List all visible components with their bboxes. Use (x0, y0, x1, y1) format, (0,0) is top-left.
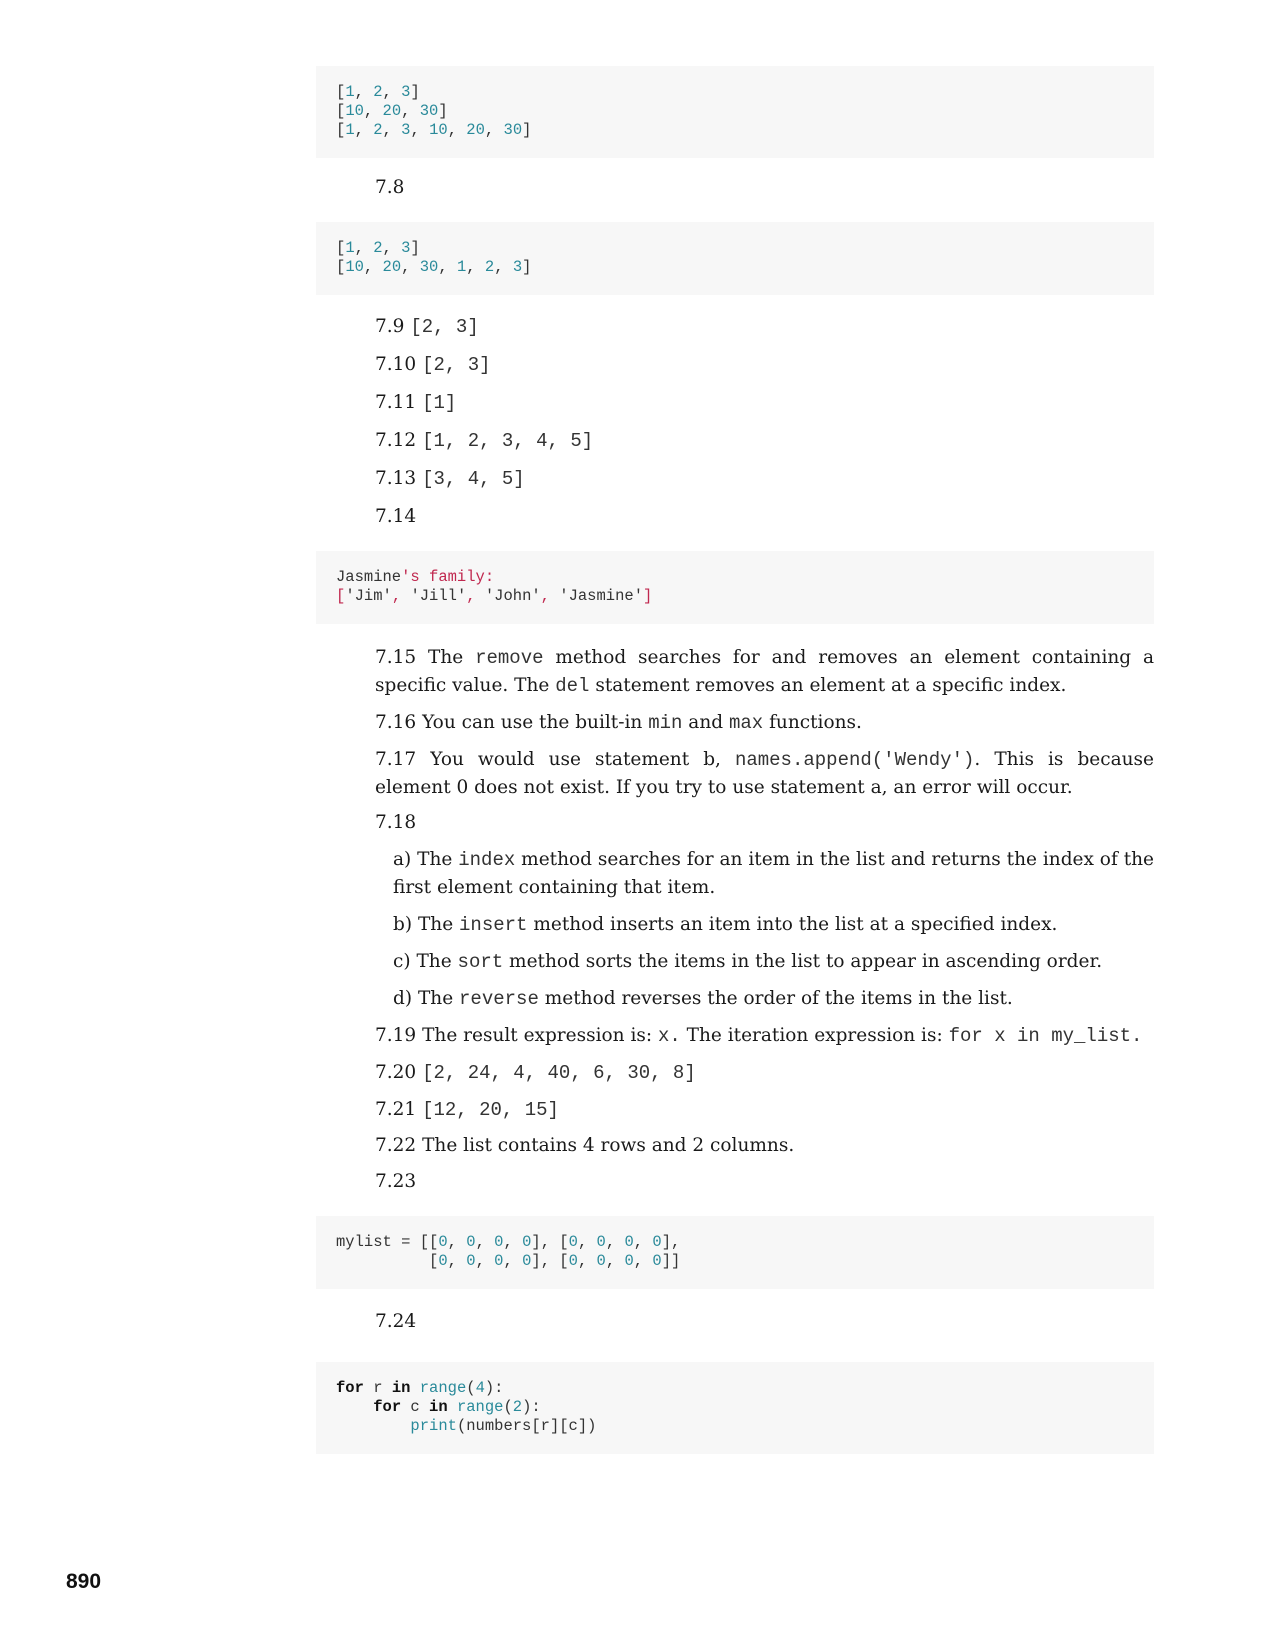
answer-7-10: 7.10 [2, 3] (375, 351, 1154, 379)
code-text: Jasmine (336, 568, 402, 586)
answer-code: [1, 2, 3, 4, 5] (422, 430, 594, 452)
answer-text: functions. (763, 712, 862, 733)
page-number: 890 (66, 1570, 102, 1593)
answer-text: 7.15 The (375, 647, 476, 668)
answer-text: b) The (393, 914, 460, 935)
answer-7-11: 7.11 [1] (375, 389, 1154, 417)
answer-number: 7.21 (375, 1099, 417, 1120)
answer-text: method inserts an item into the list at … (527, 914, 1058, 935)
answer-number: 7.20 (375, 1062, 417, 1083)
answer-code: [2, 24, 4, 40, 6, 30, 8] (422, 1062, 696, 1084)
answer-text: a) The (393, 849, 459, 870)
page-content: [1, 2, 3] [10, 20, 30] [1, 2, 3, 10, 20,… (316, 66, 1154, 1454)
answer-7-12: 7.12 [1, 2, 3, 4, 5] (375, 427, 1154, 455)
answer-code: min (648, 712, 683, 734)
code-line: Jasmine's family: (336, 568, 494, 586)
code-block-mylist: mylist = [[0, 0, 0, 0], [0, 0, 0, 0], [0… (316, 1216, 1154, 1289)
answer-7-16: 7.16 You can use the built-in min and ma… (375, 709, 1154, 737)
answer-7-18: 7.18 (375, 812, 417, 833)
code-line: mylist = [[0, 0, 0, 0], [0, 0, 0, 0], (336, 1233, 681, 1251)
answer-7-9: 7.9 [2, 3] (375, 313, 1154, 341)
code-line: [10, 20, 30] (336, 102, 448, 120)
answer-number: 7.10 (375, 354, 417, 375)
answer-code: max (728, 712, 764, 734)
answer-7-8: 7.8 (375, 177, 405, 198)
code-line: [1, 2, 3] (336, 83, 420, 101)
code-block-output-1: [1, 2, 3] [10, 20, 30] [1, 2, 3, 10, 20,… (316, 66, 1154, 158)
answer-text: d) The (393, 988, 460, 1009)
answer-text: and (682, 712, 729, 733)
answer-code: [3, 4, 5] (422, 468, 525, 490)
code-block-output-3: Jasmine's family: ['Jim', 'Jill', 'John'… (316, 551, 1154, 624)
answer-7-14: 7.14 (375, 506, 417, 527)
code-block-loop: for r in range(4): for c in range(2): pr… (316, 1362, 1154, 1454)
answer-7-18-c: c) The sort method sorts the items in th… (393, 948, 1154, 976)
answer-7-24: 7.24 (375, 1311, 417, 1332)
code-line: for c in range(2): (373, 1398, 541, 1416)
answer-text: method reverses the order of the items i… (538, 988, 1013, 1009)
answer-7-15: 7.15 The remove method searches for and … (375, 644, 1154, 700)
answer-number: 7.12 (375, 430, 417, 451)
answer-code: names.append('Wendy') (734, 749, 975, 771)
answer-7-21: 7.21 [12, 20, 15] (375, 1096, 1154, 1124)
answer-text: The iteration expression is: (680, 1025, 949, 1046)
answer-text: c) The (393, 951, 458, 972)
answer-code: [12, 20, 15] (422, 1099, 559, 1121)
answer-number: 7.11 (375, 392, 417, 413)
answer-7-18-d: d) The reverse method reverses the order… (393, 985, 1154, 1013)
answer-7-18-b: b) The insert method inserts an item int… (393, 911, 1154, 939)
answer-code: reverse (459, 988, 539, 1010)
answer-text: 7.19 The result expression is: (375, 1025, 658, 1046)
code-line: [1, 2, 3] (336, 239, 420, 257)
answer-code: x. (657, 1025, 681, 1047)
answer-7-18-a: a) The index method searches for an item… (393, 846, 1154, 902)
answer-number: 7.9 (375, 316, 405, 337)
answer-code: insert (459, 914, 528, 936)
answer-7-22: 7.22 The list contains 4 rows and 2 colu… (375, 1135, 795, 1156)
answer-text: 7.17 You would use statement b, (375, 749, 735, 770)
answer-7-13: 7.13 [3, 4, 5] (375, 465, 1154, 493)
answer-code: remove (475, 647, 544, 669)
answer-7-23: 7.23 (375, 1171, 417, 1192)
answer-7-19: 7.19 The result expression is: x. The it… (375, 1022, 1154, 1050)
answer-7-20: 7.20 [2, 24, 4, 40, 6, 30, 8] (375, 1059, 1154, 1087)
answer-code: sort (457, 951, 504, 973)
answer-code: index (458, 849, 516, 871)
code-line: [10, 20, 30, 1, 2, 3] (336, 258, 532, 276)
answer-code: [2, 3] (410, 316, 479, 338)
answer-7-17: 7.17 You would use statement b, names.ap… (375, 746, 1154, 802)
answer-code: [1] (422, 392, 457, 414)
code-line: [1, 2, 3, 10, 20, 30] (336, 121, 532, 139)
code-line: print(numbers[r][c]) (410, 1417, 597, 1435)
answer-text: 7.16 You can use the built-in (375, 712, 649, 733)
answer-text: statement removes an element at a specif… (589, 675, 1067, 696)
answer-code: [2, 3] (422, 354, 491, 376)
answer-code: for x in my_list. (948, 1025, 1143, 1047)
answer-code: del (555, 675, 590, 697)
answer-text: method sorts the items in the list to ap… (503, 951, 1103, 972)
code-block-output-2: [1, 2, 3] [10, 20, 30, 1, 2, 3] (316, 222, 1154, 295)
code-string: 's family: (401, 568, 495, 586)
answer-number: 7.13 (375, 468, 417, 489)
code-line: ['Jim', 'Jill', 'John', 'Jasmine'] (336, 587, 653, 605)
code-line: for r in range(4): (336, 1379, 504, 1397)
code-line: [0, 0, 0, 0], [0, 0, 0, 0]] (336, 1252, 681, 1270)
